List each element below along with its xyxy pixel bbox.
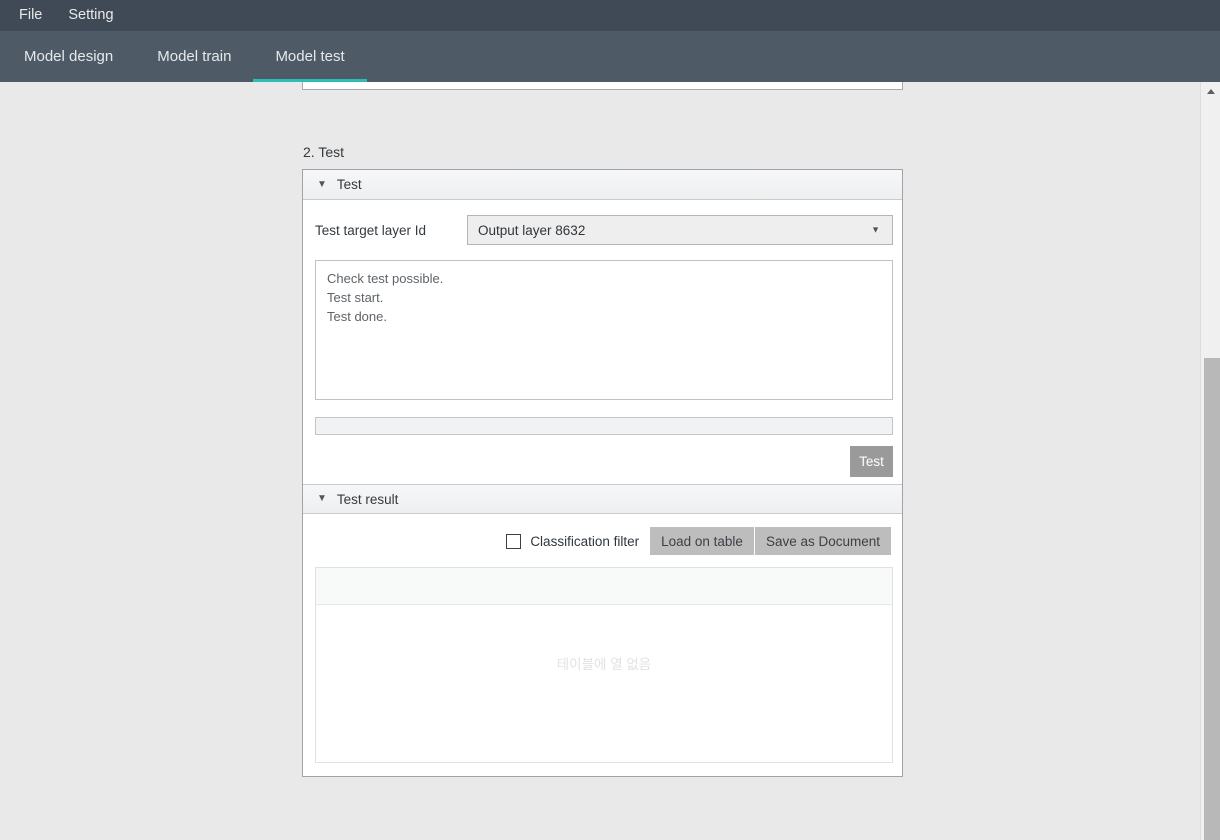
tab-bar: Model design Model train Model test [0,31,1220,82]
test-result-group-body: Classification filter Load on table Save… [303,515,902,776]
test-panel: ▼ Test Test target layer Id Output layer… [302,169,903,777]
caret-down-icon: ▼ [317,493,327,504]
caret-down-icon: ▼ [317,178,327,190]
tab-model-test[interactable]: Model test [253,31,367,82]
log-line: Test done. [327,309,387,324]
test-group-body: Test target layer Id Output layer 8632 ▼… [303,200,902,484]
chevron-down-icon: ▼ [871,224,880,235]
test-result-table-body: 테이블에 열 없음 [316,605,892,762]
test-result-table[interactable]: 테이블에 열 없음 [315,567,893,763]
test-target-layer-select[interactable]: Output layer 8632 ▼ [467,215,893,245]
menu-item-file[interactable]: File [6,0,55,31]
scroll-up-arrow-icon[interactable] [1201,82,1220,100]
classification-filter-label: Classification filter [530,533,640,549]
test-group-header[interactable]: ▼ Test [303,170,902,200]
content-scroll-area: 2. Test ▼ Test Test target layer Id Outp… [0,82,1200,840]
test-result-table-header [316,568,892,605]
section-label-test: 2. Test [303,144,344,160]
scrollbar-thumb[interactable] [1204,358,1220,840]
test-result-toolbar: Classification filter Load on table Save… [506,527,891,555]
test-target-layer-row: Test target layer Id Output layer 8632 ▼ [315,215,893,245]
load-on-table-button[interactable]: Load on table [650,527,754,555]
test-group-title: Test [336,177,362,192]
test-progress-bar [315,417,893,435]
classification-filter-checkbox[interactable] [506,533,522,549]
log-line: Check test possible. [327,271,444,286]
test-button[interactable]: Test [850,446,893,477]
test-result-group-title: Test result [336,491,399,507]
test-target-layer-label: Test target layer Id [315,222,427,238]
tab-model-design[interactable]: Model design [2,31,135,82]
menu-bar: File Setting [0,0,1220,31]
chevron-up-icon [1206,88,1215,94]
test-result-group-header[interactable]: ▼ Test result [303,484,902,514]
tab-model-train[interactable]: Model train [135,31,253,82]
log-line: Test start. [327,290,384,305]
vertical-scrollbar[interactable] [1200,82,1220,840]
menu-item-setting[interactable]: Setting [55,0,126,31]
test-target-layer-value: Output layer 8632 [478,222,586,238]
save-as-document-button[interactable]: Save as Document [754,527,891,555]
table-empty-message: 테이블에 열 없음 [556,657,652,672]
previous-panel-bottom-edge [302,82,903,90]
test-log-textarea[interactable]: Check test possible. Test start. Test do… [315,260,893,400]
